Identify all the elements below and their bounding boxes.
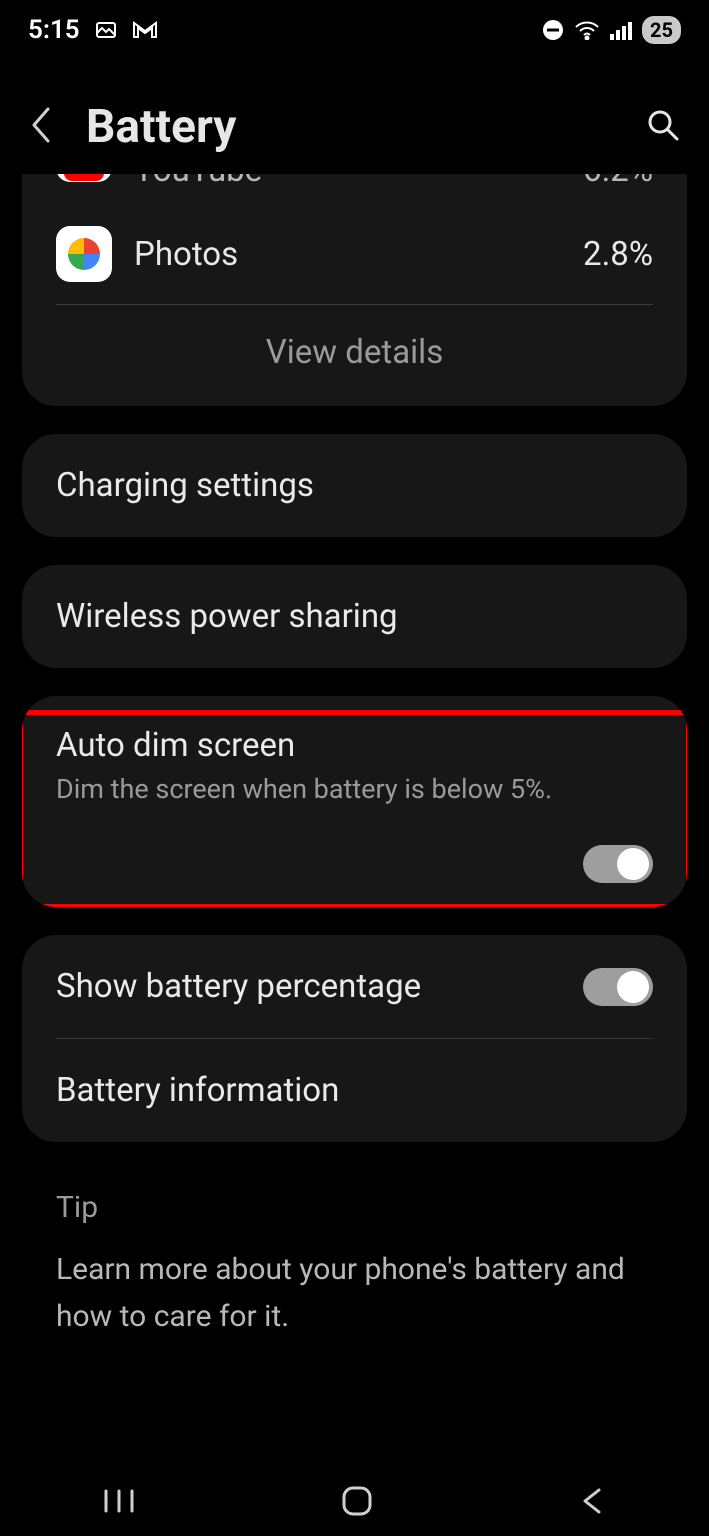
dnd-icon: [542, 19, 564, 41]
usage-row-photos[interactable]: Photos 2.8%: [22, 204, 687, 304]
auto-dim-toggle[interactable]: [583, 845, 653, 883]
home-button[interactable]: [310, 1474, 404, 1532]
battery-information-label: Battery information: [56, 1071, 339, 1110]
photos-icon: [56, 226, 112, 282]
usage-row-youtube[interactable]: YouTube 6.2%: [22, 174, 687, 204]
battery-information-row[interactable]: Battery information: [22, 1039, 687, 1142]
charging-settings-card[interactable]: Charging settings: [22, 434, 687, 537]
wireless-power-sharing-card[interactable]: Wireless power sharing: [22, 565, 687, 668]
usage-card: YouTube 6.2% Photos 2.8% View details: [22, 174, 687, 406]
tip-section: Tip Learn more about your phone's batter…: [22, 1170, 687, 1350]
back-button[interactable]: [28, 103, 56, 151]
wireless-power-sharing-label: Wireless power sharing: [22, 565, 687, 668]
show-battery-percentage-row[interactable]: Show battery percentage: [22, 935, 687, 1038]
status-bar: 5:15 25: [0, 0, 709, 60]
view-details-button[interactable]: View details: [22, 305, 687, 406]
picture-icon: [94, 18, 118, 42]
auto-dim-card[interactable]: Auto dim screen Dim the screen when batt…: [22, 696, 687, 907]
gmail-icon: [132, 20, 158, 40]
tip-body: Learn more about your phone's battery an…: [56, 1247, 653, 1340]
battery-pill: 25: [642, 16, 681, 44]
page-header: Battery: [0, 60, 709, 184]
youtube-icon: [56, 174, 112, 182]
page-title: Battery: [86, 100, 615, 154]
status-time: 5:15: [28, 15, 80, 45]
app-pct-label: 2.8%: [583, 235, 653, 274]
app-name-label: Photos: [134, 235, 561, 274]
app-name-label: YouTube: [134, 174, 561, 190]
show-battery-percentage-label: Show battery percentage: [56, 967, 421, 1006]
battery-extras-card: Show battery percentage Battery informat…: [22, 935, 687, 1142]
charging-settings-label: Charging settings: [22, 434, 687, 537]
recents-button[interactable]: [72, 1477, 166, 1529]
tip-title: Tip: [56, 1190, 653, 1225]
show-battery-percentage-toggle[interactable]: [583, 968, 653, 1006]
app-pct-label: 6.2%: [583, 174, 653, 190]
signal-icon: [610, 20, 632, 40]
auto-dim-title: Auto dim screen: [56, 726, 653, 765]
back-nav-button[interactable]: [549, 1476, 637, 1530]
navigation-bar: [0, 1470, 709, 1536]
auto-dim-subtitle: Dim the screen when battery is below 5%.: [56, 773, 653, 805]
wifi-icon: [574, 20, 600, 40]
search-button[interactable]: [645, 107, 681, 147]
